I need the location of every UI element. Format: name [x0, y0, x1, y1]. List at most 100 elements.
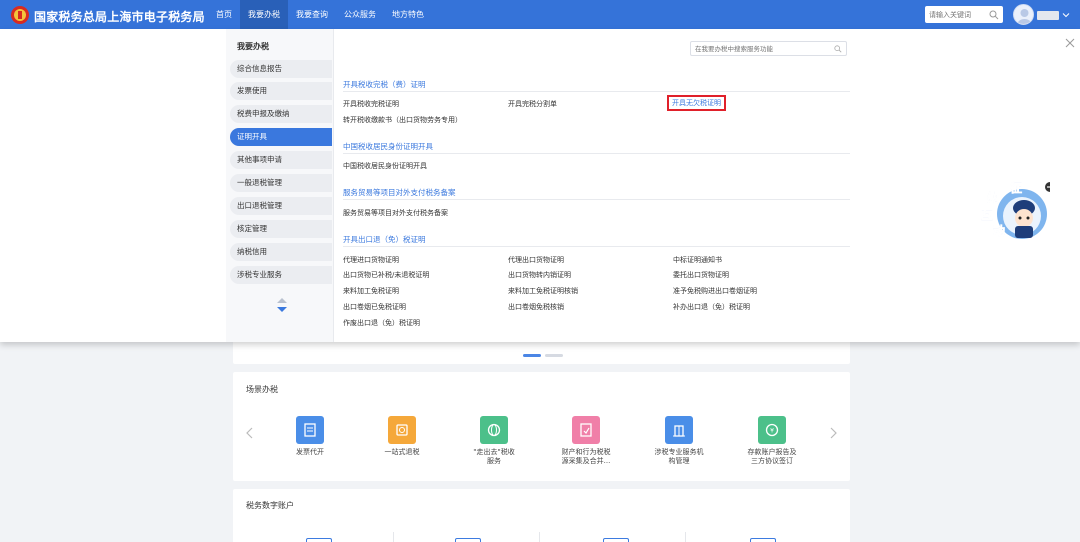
tax-handling-menu-panel: 我要办税 综合信息报告 发票使用 税费申报及缴纳 证明开具 其他事项申请 一般退… [0, 29, 1080, 342]
carousel-dots [523, 354, 563, 357]
sidebar-item-export-refund[interactable]: 出口退税管理 [230, 197, 332, 215]
menu-search [690, 41, 847, 56]
divider [685, 532, 686, 542]
link-processing-exempt-cert[interactable]: 来料加工免税证明 [343, 286, 399, 296]
scene-item-going-global[interactable]: "走出去"税收 服务 [459, 416, 529, 466]
scroll-arrows-icon[interactable] [276, 297, 288, 313]
chevron-left-icon[interactable] [245, 427, 255, 439]
section-title-service-trade: 服务贸易等项目对外支付税务备案 [343, 188, 456, 197]
carousel-dot-active[interactable] [523, 354, 541, 357]
link-cigarette-exempt-cert[interactable]: 出口卷烟已免税证明 [343, 302, 406, 312]
top-header: 国家税务总局上海市电子税务局 首页 我要办税 我要查询 公众服务 地方特色 [0, 0, 1080, 29]
refund-icon [388, 416, 416, 444]
user-icon [1017, 9, 1032, 24]
scene-card-title: 场景办税 [246, 385, 278, 394]
mascot-char: 征 [1010, 180, 1022, 195]
sidebar-item-professional-services[interactable]: 涉税专业服务 [230, 266, 332, 284]
link-export-supplement-cert[interactable]: 出口货物已补税/未退税证明 [343, 270, 429, 280]
scene-label: 一站式退税 [384, 448, 420, 456]
scene-item-property-tax[interactable]: 财产和行为税税 源采集及合并... [551, 416, 621, 466]
invoice-icon [296, 416, 324, 444]
scene-label: 涉税专业服务机 构管理 [654, 448, 704, 465]
section-title-tax-residency: 中国税收居民身份证明开具 [343, 142, 433, 151]
site-title[interactable]: 国家税务总局上海市电子税务局 [34, 8, 205, 25]
sidebar-item-assessment[interactable]: 核定管理 [230, 220, 332, 238]
section-title-tax-payment-cert: 开具税收完税（费）证明 [343, 80, 426, 89]
link-tax-payment-cert[interactable]: 开具税收完税证明 [343, 99, 399, 109]
sidebar-item-other-applications[interactable]: 其他事项申请 [230, 151, 332, 169]
sidebar-item-comprehensive-info[interactable]: 综合信息报告 [230, 60, 332, 78]
close-icon[interactable] [1064, 37, 1076, 49]
header-search-input[interactable] [929, 10, 987, 19]
link-service-trade-filing[interactable]: 服务贸易等项目对外支付税务备案 [343, 208, 448, 218]
sidebar-item-tax-credit[interactable]: 纳税信用 [230, 243, 332, 261]
nav-query[interactable]: 我要查询 [288, 0, 336, 29]
sidebar-item-certificates[interactable]: 证明开具 [230, 128, 332, 146]
divider [343, 91, 850, 92]
scene-item-agency[interactable]: 涉税专业服务机 构管理 [644, 416, 714, 466]
mascot-char: 纳 [987, 190, 999, 205]
scene-item-invoice[interactable]: 发票代开 [275, 416, 345, 457]
sidebar-item-general-refund[interactable]: 一般退税管理 [230, 174, 332, 192]
sidebar-item-invoice-use[interactable]: 发票使用 [230, 82, 332, 100]
link-cigarette-purchase-cert[interactable]: 准予免税购进出口卷烟证明 [673, 286, 757, 296]
link-entrusted-export-cert[interactable]: 委托出口货物证明 [673, 270, 729, 280]
digital-account-card: 税务数字账户 [233, 489, 850, 542]
mascot-interaction-icon[interactable]: 征 纳 互 动 [978, 180, 1050, 242]
link-agent-import-cert[interactable]: 代理进口货物证明 [343, 255, 399, 265]
link-payment-split[interactable]: 开具完税分割单 [508, 99, 557, 109]
avatar[interactable] [1013, 4, 1034, 25]
scene-label: 存款账户报告及 三方协议签订 [747, 448, 797, 465]
sidebar-heading: 我要办税 [237, 42, 269, 51]
account-item-icon [603, 538, 629, 542]
username-masked[interactable] [1037, 11, 1059, 20]
search-icon[interactable] [989, 10, 999, 20]
link-no-tax-arrears-cert[interactable]: 开具无欠税证明 [667, 95, 726, 111]
scene-item-refund[interactable]: 一站式退税 [367, 416, 437, 457]
menu-search-input[interactable] [695, 44, 830, 53]
tax-emblem-icon [11, 6, 29, 24]
link-cigarette-exempt-writeoff[interactable]: 出口卷烟免税核销 [508, 302, 564, 312]
divider [539, 532, 540, 542]
globe-tax-icon [480, 416, 508, 444]
carousel-dot[interactable] [545, 354, 563, 357]
account-item-icon [750, 538, 776, 542]
section-title-export-refund-cert: 开具出口退（免）税证明 [343, 235, 426, 244]
mascot-char: 互 [981, 208, 993, 222]
link-processing-exempt-writeoff[interactable]: 来料加工免税证明核销 [508, 286, 578, 296]
account-item-icon [455, 538, 481, 542]
scene-label: "走出去"税收 服务 [473, 448, 515, 465]
nav-public-service[interactable]: 公众服务 [336, 0, 384, 29]
link-void-export-refund-cert[interactable]: 作废出口退（免）税证明 [343, 318, 420, 328]
nav-local-features[interactable]: 地方特色 [384, 0, 432, 29]
account-item-icon [306, 538, 332, 542]
divider [393, 532, 394, 542]
chevron-right-icon[interactable] [828, 427, 838, 439]
svg-text:¥: ¥ [770, 428, 774, 435]
nav-tax-handling[interactable]: 我要办税 [240, 0, 288, 29]
mascot-char: 动 [993, 224, 1005, 238]
link-tax-residency-cert[interactable]: 中国税收居民身份证明开具 [343, 161, 427, 171]
bank-icon: ¥ [758, 416, 786, 444]
link-export-domestic-cert[interactable]: 出口货物转内销证明 [508, 270, 571, 280]
building-icon [665, 416, 693, 444]
link-agent-export-cert[interactable]: 代理出口货物证明 [508, 255, 564, 265]
link-transfer-payment-book[interactable]: 转开税收缴款书（出口货物劳务专用） [343, 115, 462, 125]
divider [343, 246, 850, 247]
property-icon [572, 416, 600, 444]
sidebar-item-tax-declaration[interactable]: 税费申报及缴纳 [230, 105, 332, 123]
search-icon[interactable] [834, 44, 842, 53]
scene-label: 财产和行为税税 源采集及合并... [561, 448, 611, 465]
link-reissue-export-refund-cert[interactable]: 补办出口退（免）税证明 [673, 302, 750, 312]
header-search [925, 6, 1003, 23]
chevron-down-icon[interactable] [1062, 11, 1070, 19]
divider [343, 199, 850, 200]
scene-item-bank-account[interactable]: ¥ 存款账户报告及 三方协议签订 [737, 416, 807, 466]
divider [343, 153, 850, 154]
link-bid-notice-cert[interactable]: 中标证明通知书 [673, 255, 722, 265]
menu-sidebar: 我要办税 综合信息报告 发票使用 税费申报及缴纳 证明开具 其他事项申请 一般退… [226, 29, 334, 342]
main-nav: 首页 我要办税 我要查询 公众服务 地方特色 [208, 0, 432, 29]
nav-home[interactable]: 首页 [208, 0, 240, 29]
digital-account-title: 税务数字账户 [246, 501, 294, 510]
scene-label: 发票代开 [296, 448, 324, 456]
